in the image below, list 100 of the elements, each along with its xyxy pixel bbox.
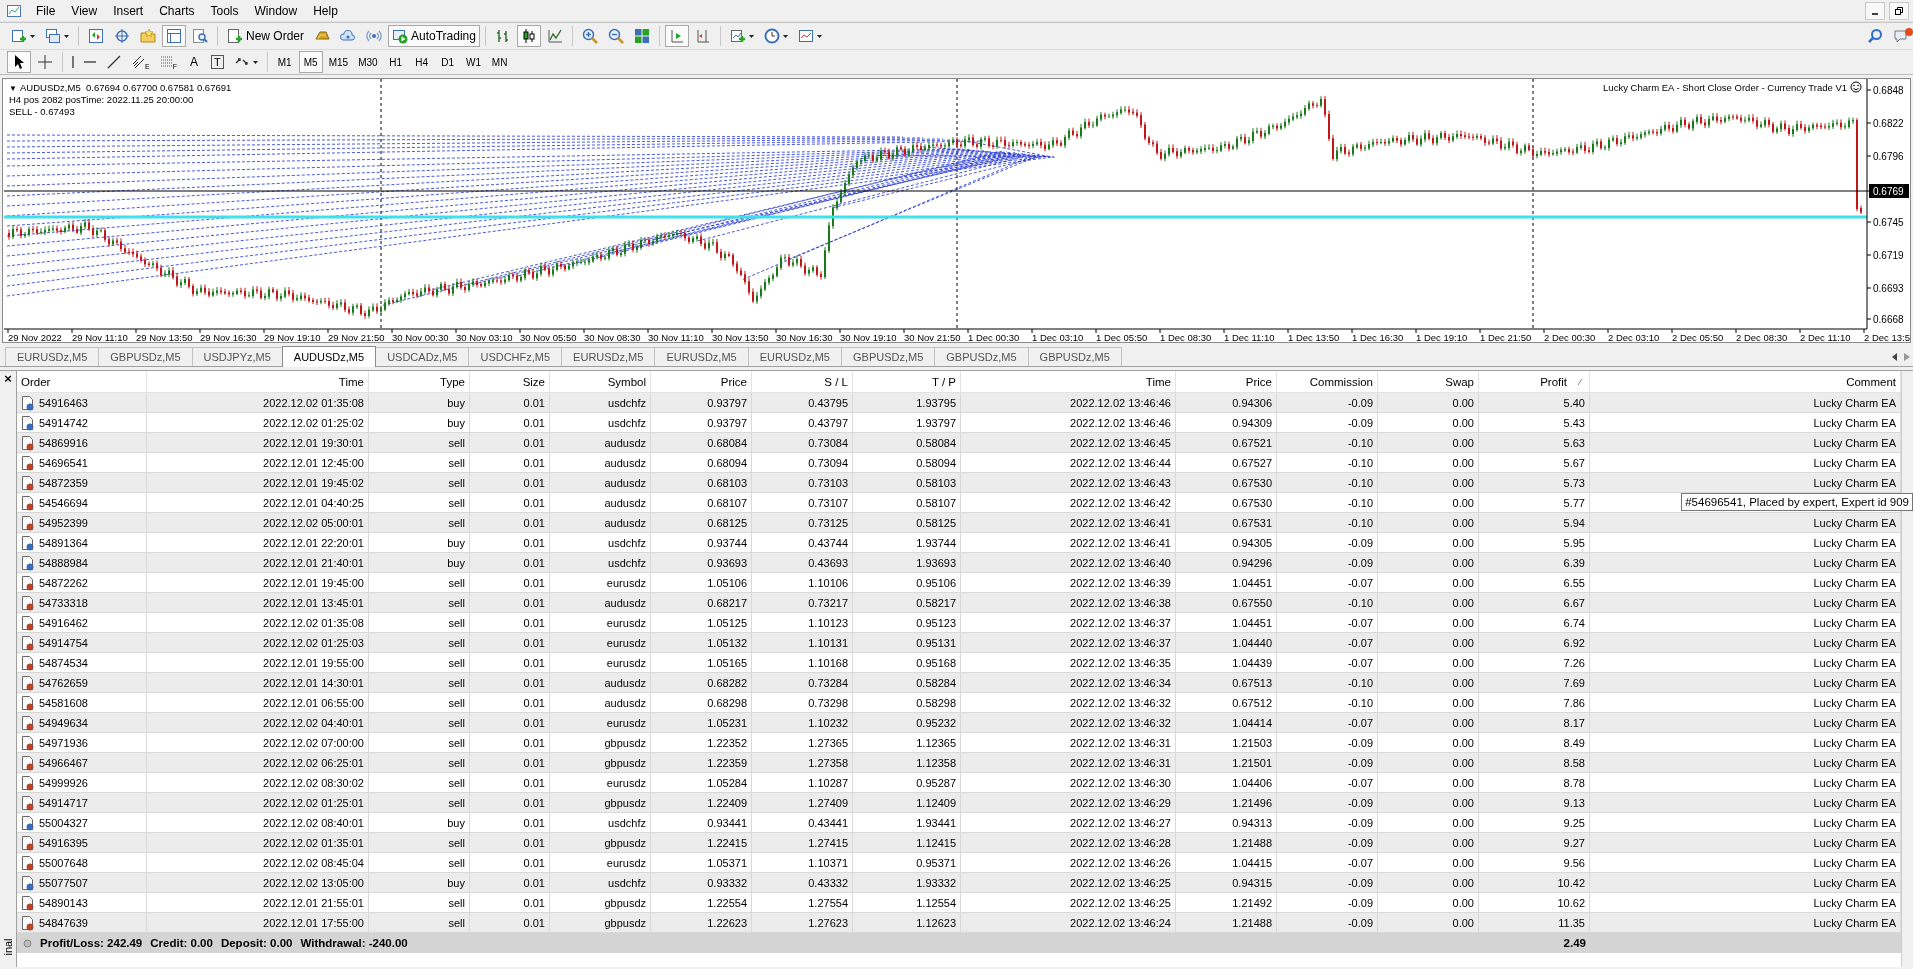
time-label: 30 Nov 11:10 <box>648 332 704 342</box>
table-cell: 1.04414 <box>1176 713 1277 733</box>
text-tool-button[interactable]: A <box>182 51 205 73</box>
table-cell: Lucky Charm EA <box>1590 633 1901 653</box>
chart-tab[interactable]: EURUSDz,M5 <box>747 347 842 366</box>
scroll-right-icon[interactable] <box>1904 353 1910 361</box>
timeframe-button[interactable]: M5 <box>298 51 323 73</box>
menu-item[interactable]: Window <box>246 1 306 20</box>
timeframe-button[interactable]: MN <box>487 51 512 73</box>
chart-tab[interactable]: AUDUSDz,M5 <box>281 346 377 367</box>
new-order-button[interactable]: New Order <box>223 25 308 47</box>
order-icon <box>21 634 35 651</box>
chart-tab[interactable]: GBPUSDz,M5 <box>841 347 936 366</box>
chart-tab[interactable]: GBPUSDz,M5 <box>98 347 193 366</box>
menu-item[interactable]: Insert <box>105 1 152 20</box>
table-cell: 0.73217 <box>752 593 853 613</box>
candlestick-icon <box>520 28 537 44</box>
table-cell: 2022.12.02 01:25:01 <box>147 793 369 813</box>
table-cell: -0.10 <box>1277 433 1378 453</box>
menu-item[interactable]: Charts <box>151 1 203 20</box>
chart-tab[interactable]: USDCHFz,M5 <box>468 347 563 366</box>
table-cell: 54869916 <box>39 436 88 449</box>
table-cell: 0.43795 <box>752 393 853 413</box>
chart-tab[interactable]: GBPUSDz,M5 <box>1027 347 1122 366</box>
chart-tab[interactable]: EURUSDz,M5 <box>654 347 749 366</box>
timeframe-button[interactable]: H1 <box>383 51 408 73</box>
chart-tab[interactable]: USDCADz,M5 <box>375 347 470 366</box>
table-cell: 0.68282 <box>651 673 752 693</box>
order-icon <box>21 834 35 851</box>
chart-tab[interactable]: EURUSDz,M5 <box>5 347 100 366</box>
order-icon <box>21 574 35 591</box>
table-cell: 0.73084 <box>752 433 853 453</box>
expert-name: Lucky Charm EA - Short Close Order - Currency Trade V1 <box>1603 82 1847 93</box>
table-cell: usdchfz <box>550 393 651 413</box>
table-cell: 2022.12.02 13:46:32 <box>961 713 1176 733</box>
table-cell: eurusdz <box>550 713 651 733</box>
table-cell: 0.73125 <box>752 513 853 533</box>
price-label: 0.6719 <box>1873 250 1904 261</box>
table-cell: 54966467 <box>39 756 88 769</box>
autotrading-button[interactable]: AutoTrading <box>388 25 480 47</box>
search-icon[interactable] <box>1867 28 1883 44</box>
chart-tab[interactable]: EURUSDz,M5 <box>561 347 656 366</box>
table-cell: 2022.12.01 19:45:02 <box>147 473 369 493</box>
table-cell: 1.21496 <box>1176 793 1277 813</box>
time-label: 1 Dec 21:50 <box>1480 332 1532 342</box>
table-cell: 1.21488 <box>1176 833 1277 853</box>
table-cell: 1.22359 <box>651 753 752 773</box>
table-cell: 0.01 <box>470 793 550 813</box>
restore-button[interactable] <box>1889 1 1909 20</box>
order-icon <box>21 894 35 911</box>
chart-tab[interactable]: USDJPYz,M5 <box>191 347 283 366</box>
timeframe-button[interactable]: M1 <box>272 51 297 73</box>
table-cell: -0.09 <box>1277 793 1378 813</box>
menu-item[interactable]: Help <box>305 1 346 20</box>
current-price-label: 0.6769 <box>1869 184 1909 198</box>
summary-text: Deposit: 0.00 <box>220 937 293 949</box>
table-cell: 54999926 <box>39 776 88 789</box>
chart-tab[interactable]: GBPUSDz,M5 <box>934 347 1029 366</box>
table-cell: 0.58103 <box>853 473 961 493</box>
timeframe-button[interactable]: W1 <box>461 51 486 73</box>
time-label: 29 Nov 19:10 <box>264 332 321 342</box>
order-icon <box>21 474 35 491</box>
table-cell: 0.67530 <box>1176 473 1277 493</box>
table-cell: sell <box>369 593 470 613</box>
table-cell: sell <box>369 833 470 853</box>
timeframe-button[interactable]: M15 <box>324 51 353 73</box>
menu-item[interactable]: File <box>28 1 64 20</box>
menu-item[interactable]: Tools <box>202 1 247 20</box>
table-cell: 1.12358 <box>853 753 961 773</box>
close-button[interactable]: × <box>4 372 12 385</box>
table-cell: 0.00 <box>1378 393 1479 413</box>
scroll-left-icon[interactable] <box>1892 353 1898 361</box>
table-cell: 2022.12.01 13:45:01 <box>147 593 369 613</box>
minimize-button[interactable] <box>1865 1 1885 20</box>
table-cell: 55077507 <box>39 876 88 889</box>
table-cell: 0.68125 <box>651 513 752 533</box>
table-cell: 0.00 <box>1378 673 1479 693</box>
tool-button[interactable] <box>7 51 31 73</box>
table-cell: 55004327 <box>39 816 88 829</box>
price-label: 0.6822 <box>1873 118 1904 129</box>
toolbar-button[interactable] <box>162 25 186 47</box>
timeframe-button[interactable]: M30 <box>354 51 382 73</box>
price-label: 0.6668 <box>1873 314 1904 325</box>
table-cell: 2022.12.02 13:46:28 <box>961 833 1176 853</box>
table-cell: 1.27358 <box>752 753 853 773</box>
zoom-in-icon <box>581 28 598 44</box>
menu-item[interactable]: View <box>63 1 106 20</box>
timeframe-button[interactable]: H4 <box>409 51 434 73</box>
time-label: 2 Dec 13:5 <box>1864 332 1910 342</box>
toolbar-button[interactable] <box>516 25 541 47</box>
order-icon <box>21 554 35 571</box>
table-cell: 2022.12.02 13:46:31 <box>961 753 1176 773</box>
chat-icon[interactable] <box>1893 27 1913 45</box>
order-icon <box>21 694 35 711</box>
timeframe-button[interactable]: D1 <box>435 51 460 73</box>
collapse-arrow[interactable]: ▼ <box>9 84 17 93</box>
table-cell: 1.04440 <box>1176 633 1277 653</box>
table-cell: 1.22409 <box>651 793 752 813</box>
order-icon <box>21 534 35 551</box>
table-cell: 0.00 <box>1378 793 1479 813</box>
